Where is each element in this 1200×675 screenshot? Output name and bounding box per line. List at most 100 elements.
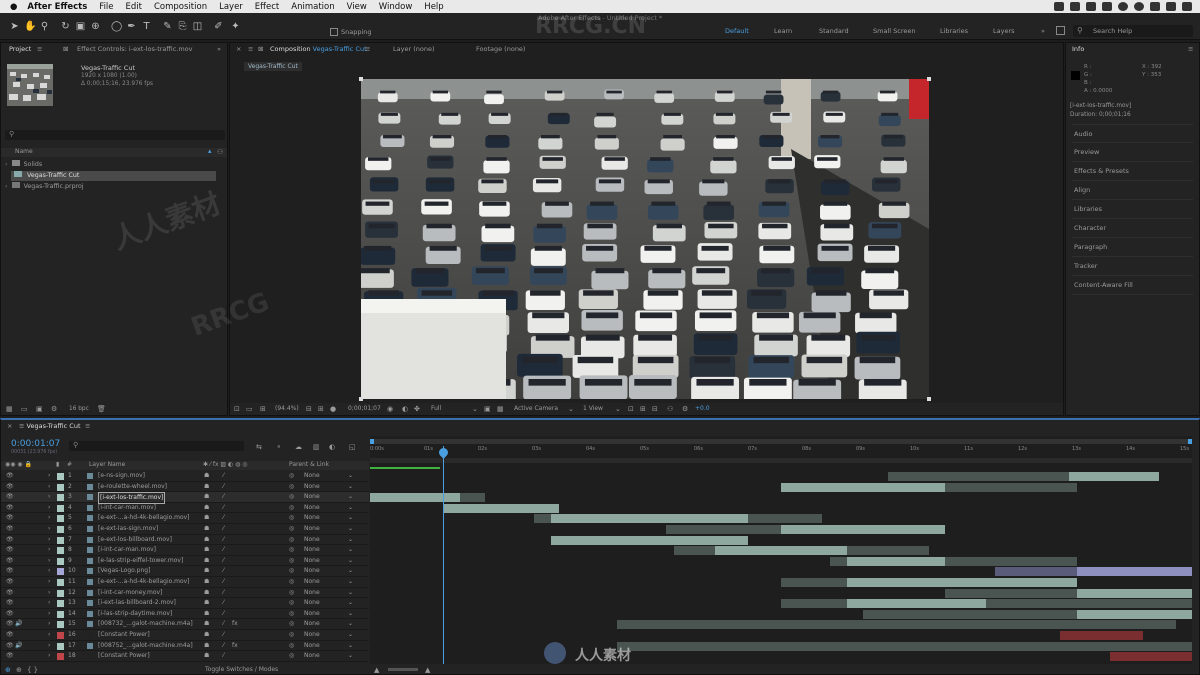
visibility-eye-icon[interactable]: 👁 [6, 513, 14, 523]
expand-arrow-icon[interactable]: › [48, 619, 50, 629]
layer-bar[interactable] [781, 599, 1192, 609]
label-color-swatch[interactable] [57, 632, 64, 639]
label-column-icon[interactable]: ▮ [56, 461, 59, 468]
dropdown-arrow-icon[interactable]: ⌄ [348, 482, 353, 492]
layer-name[interactable]: [e-ext-...a-hd-4k-bellagio.mov] [98, 577, 190, 587]
visibility-eye-icon[interactable]: 👁 [6, 598, 14, 608]
shy-switch-icon[interactable]: ☗ [204, 566, 209, 576]
layer-row[interactable]: 👁 › 5 [e-ext-...a-hd-4k-bellagio.mov] ☗ ⁄ ◎ Non… [1, 513, 369, 524]
snapshot-icon[interactable]: ◉ [387, 405, 393, 413]
expand-arrow-icon[interactable]: › [48, 598, 50, 608]
expand-icon[interactable]: » [217, 43, 221, 55]
parent-pickwhip-icon[interactable]: ◎ [289, 524, 294, 534]
project-item-comp[interactable]: Vegas-Traffic Cut [11, 171, 216, 181]
snapping-checkbox[interactable] [330, 28, 338, 36]
dropdown-arrow-icon[interactable]: ⌄ [348, 535, 353, 545]
dropdown-arrow-icon[interactable]: ⌄ [348, 513, 353, 523]
layer-bar-active[interactable] [846, 578, 1077, 587]
expand-arrow-icon[interactable]: › [48, 503, 50, 513]
expand-arrow-icon[interactable]: › [48, 566, 50, 576]
comp-flowchart-icon[interactable]: ⇆ [256, 443, 262, 451]
quality-switch-icon[interactable]: ⁄ [223, 524, 224, 534]
dropdown-arrow-icon[interactable]: ⌄ [472, 405, 478, 413]
channel-icon[interactable]: ● [330, 405, 336, 413]
color-channel-icon[interactable]: ✤ [414, 405, 420, 413]
expand-arrow-icon[interactable]: › [48, 630, 50, 640]
timeline-search-input[interactable]: ⚲ [69, 441, 244, 451]
layer-row[interactable]: 👁 › 14 [i-las-strip-daytime.mov] ☗ ⁄ ◎ None ⌄ [1, 609, 369, 620]
panel-tracker[interactable]: Tracker [1074, 261, 1097, 272]
layer-row[interactable]: 👁 🔊 › 17 [008752_...galot-machine.m4a] ☗ ⁄ fx ◎ N… [1, 641, 369, 652]
dropdown-arrow-icon[interactable]: ⌄ [568, 405, 574, 413]
parent-pickwhip-icon[interactable]: ◎ [289, 588, 294, 598]
project-search-input[interactable]: ⚲ [5, 130, 225, 140]
fx-switch-icon[interactable]: fx [232, 641, 238, 651]
layer-bar-active[interactable] [1076, 588, 1192, 598]
tab-footage[interactable]: Footage (none) [476, 43, 525, 55]
layer-bar-active[interactable] [550, 514, 749, 524]
shy-switch-icon[interactable]: ☗ [204, 556, 209, 566]
parent-pickwhip-icon[interactable]: ◎ [289, 471, 294, 481]
label-color-swatch[interactable] [57, 504, 64, 512]
parent-dropdown[interactable]: None [304, 545, 320, 555]
exposure-value[interactable]: +0.0 [695, 405, 710, 413]
layer-name[interactable]: [e-roulette-wheel.mov] [98, 482, 167, 492]
expand-arrow-icon[interactable]: › [48, 556, 50, 566]
parent-pickwhip-icon[interactable]: ◎ [289, 513, 294, 523]
menu-edit[interactable]: Edit [126, 2, 142, 12]
quality-switch-icon[interactable]: ⁄ [223, 566, 224, 576]
layer-name[interactable]: [i-int-car-man.mov] [98, 503, 156, 513]
panel-content-aware-fill[interactable]: Content-Aware Fill [1074, 280, 1133, 291]
parent-pickwhip-icon[interactable]: ◎ [289, 619, 294, 629]
motion-blur-icon[interactable]: ◐ [329, 443, 335, 451]
expand-arrow-icon[interactable]: › [48, 471, 50, 481]
workspace-learn[interactable]: Learn [774, 27, 792, 35]
layer-name[interactable]: [Vegas-Logo.png] [98, 566, 150, 576]
parent-dropdown[interactable]: None [304, 598, 320, 608]
settings-icon[interactable]: ⚙ [51, 405, 57, 413]
layer-name[interactable]: [e-ext-los-billboard.mov] [98, 535, 172, 545]
parent-pickwhip-icon[interactable]: ◎ [289, 651, 294, 661]
expand-arrow-icon[interactable]: › [48, 524, 50, 534]
layer-bar[interactable] [616, 641, 1192, 651]
wifi-icon[interactable] [1150, 2, 1160, 11]
visibility-eye-icon[interactable]: 👁 [6, 556, 14, 566]
parent-pickwhip-icon[interactable]: ◎ [289, 556, 294, 566]
dropdown-arrow-icon[interactable]: ⌄ [348, 598, 353, 608]
layer-bar-active[interactable] [370, 493, 461, 503]
grid-icon[interactable]: ⊞ [318, 405, 324, 413]
shy-switch-icon[interactable]: ☗ [204, 588, 209, 598]
quality-switch-icon[interactable]: ⁄ [223, 492, 224, 502]
quality-switch-icon[interactable]: ⁄ [223, 588, 224, 598]
layer-row[interactable]: 👁 › 1 [e-ns-sign.mov] ☗ ⁄ ◎ None ⌄ [1, 471, 369, 482]
label-color-swatch[interactable] [57, 547, 64, 555]
quality-switch-icon[interactable]: ⁄ [223, 598, 224, 608]
workspace-small-screen[interactable]: Small Screen [873, 27, 915, 35]
parent-pickwhip-icon[interactable]: ◎ [289, 566, 294, 576]
workspace-standard[interactable]: Standard [819, 27, 849, 35]
parent-dropdown[interactable]: None [304, 482, 320, 492]
clone-stamp-tool-icon[interactable]: ⎘ [177, 21, 188, 32]
panel-audio[interactable]: Audio [1074, 129, 1092, 140]
visibility-eye-icon[interactable]: 👁 [6, 535, 14, 545]
frame-corner-handle[interactable] [359, 77, 363, 81]
expand-arrow-icon[interactable]: › [48, 651, 50, 661]
fast-preview-icon[interactable]: ⊞ [640, 405, 646, 413]
zoom-slider-track[interactable] [388, 668, 418, 671]
quality-switch-icon[interactable]: ⁄ [223, 535, 224, 545]
sort-arrow-icon[interactable]: ▴ [208, 147, 212, 155]
layer-name[interactable]: [i-ext-las-billboard-2.mov] [98, 598, 176, 608]
menu-layer[interactable]: Layer [219, 2, 243, 12]
current-time[interactable]: 0;00;01;07 [348, 405, 381, 413]
tab-info[interactable]: Info [1072, 43, 1084, 55]
label-color-swatch[interactable] [57, 600, 64, 608]
av-switches-icon[interactable]: ◉◉ ◉ 🔒 [5, 461, 32, 468]
parent-dropdown[interactable]: None [304, 503, 320, 513]
label-color-swatch[interactable] [57, 473, 64, 480]
dropdown-arrow-icon[interactable]: ⌄ [348, 588, 353, 598]
hide-shy-layers-icon[interactable]: ☁ [295, 443, 302, 451]
dropdown-arrow-icon[interactable]: ⌄ [615, 405, 621, 413]
show-snapshot-icon[interactable]: ◐ [402, 405, 408, 413]
camera-tool-icon[interactable]: ▣ [75, 21, 86, 32]
layer-bar-active[interactable] [1068, 472, 1160, 481]
